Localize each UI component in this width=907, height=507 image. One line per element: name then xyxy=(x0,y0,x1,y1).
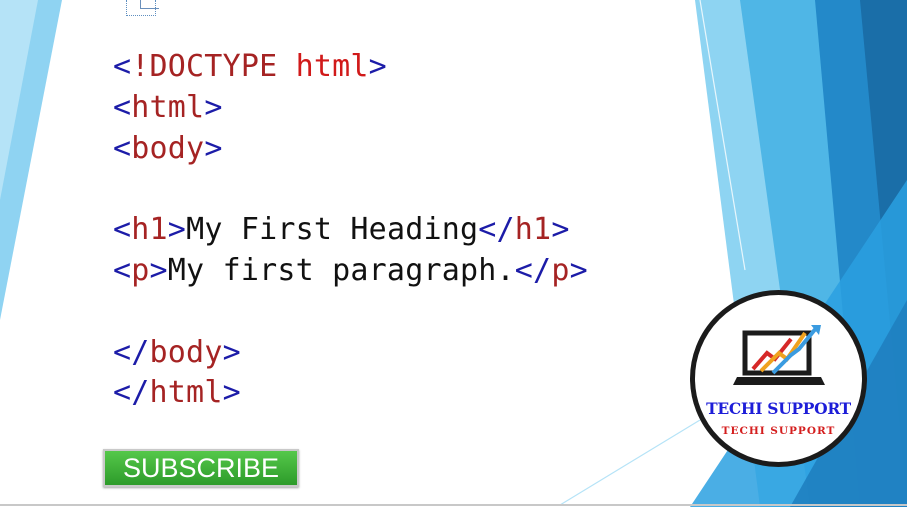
code-token: body xyxy=(131,130,205,166)
code-token: > xyxy=(222,334,241,370)
subscribe-button[interactable]: SUBSCRIBE xyxy=(103,449,299,487)
code-token: > xyxy=(551,212,570,248)
code-token: body xyxy=(149,334,223,370)
code-token: html xyxy=(149,375,223,411)
logo-title: TECHI SUPPORT xyxy=(706,399,851,418)
code-token: < xyxy=(113,49,132,84)
code-token: html xyxy=(131,89,205,125)
code-line: <!DOCTYPE html> xyxy=(113,47,588,88)
code-token: </ xyxy=(514,252,552,288)
code-token: My first paragraph. xyxy=(167,252,515,288)
techi-support-logo: TECHI SUPPORT TECHI SUPPORT xyxy=(690,290,867,467)
code-token: html xyxy=(277,49,369,84)
code-token: > xyxy=(569,252,588,288)
code-token: p xyxy=(131,252,150,288)
code-token: h1 xyxy=(131,212,168,248)
code-token: </ xyxy=(113,334,150,370)
code-token: </ xyxy=(113,375,150,411)
code-token: > xyxy=(222,375,241,411)
code-token: > xyxy=(368,49,387,84)
code-token: My First Heading xyxy=(186,212,479,248)
code-token: < xyxy=(113,252,132,288)
code-token: > xyxy=(167,212,187,248)
code-line: <body> xyxy=(113,129,588,170)
code-token: < xyxy=(113,212,132,248)
code-token: h1 xyxy=(514,212,552,248)
logo-subtitle: TECHI SUPPORT xyxy=(721,425,836,437)
code-token: < xyxy=(113,89,132,125)
code-line: </html> xyxy=(113,373,588,414)
code-line: <p>My first paragraph.</p> xyxy=(113,251,588,292)
code-token: !DOCTYPE xyxy=(131,49,278,84)
code-token: < xyxy=(113,130,132,166)
code-line: <html> xyxy=(113,88,588,129)
slide-placeholder-corner xyxy=(140,0,159,9)
code-token: p xyxy=(551,252,570,288)
html-code-block: <!DOCTYPE html> <html> <body> <h1>My First… xyxy=(113,47,588,414)
code-token: </ xyxy=(478,212,515,248)
code-token: > xyxy=(149,252,168,288)
laptop-chart-icon xyxy=(733,325,825,385)
code-line: <h1>My First Heading</h1> xyxy=(113,210,588,251)
code-token: > xyxy=(204,89,223,125)
code-token: > xyxy=(204,130,223,166)
code-line: </body> xyxy=(113,333,588,374)
